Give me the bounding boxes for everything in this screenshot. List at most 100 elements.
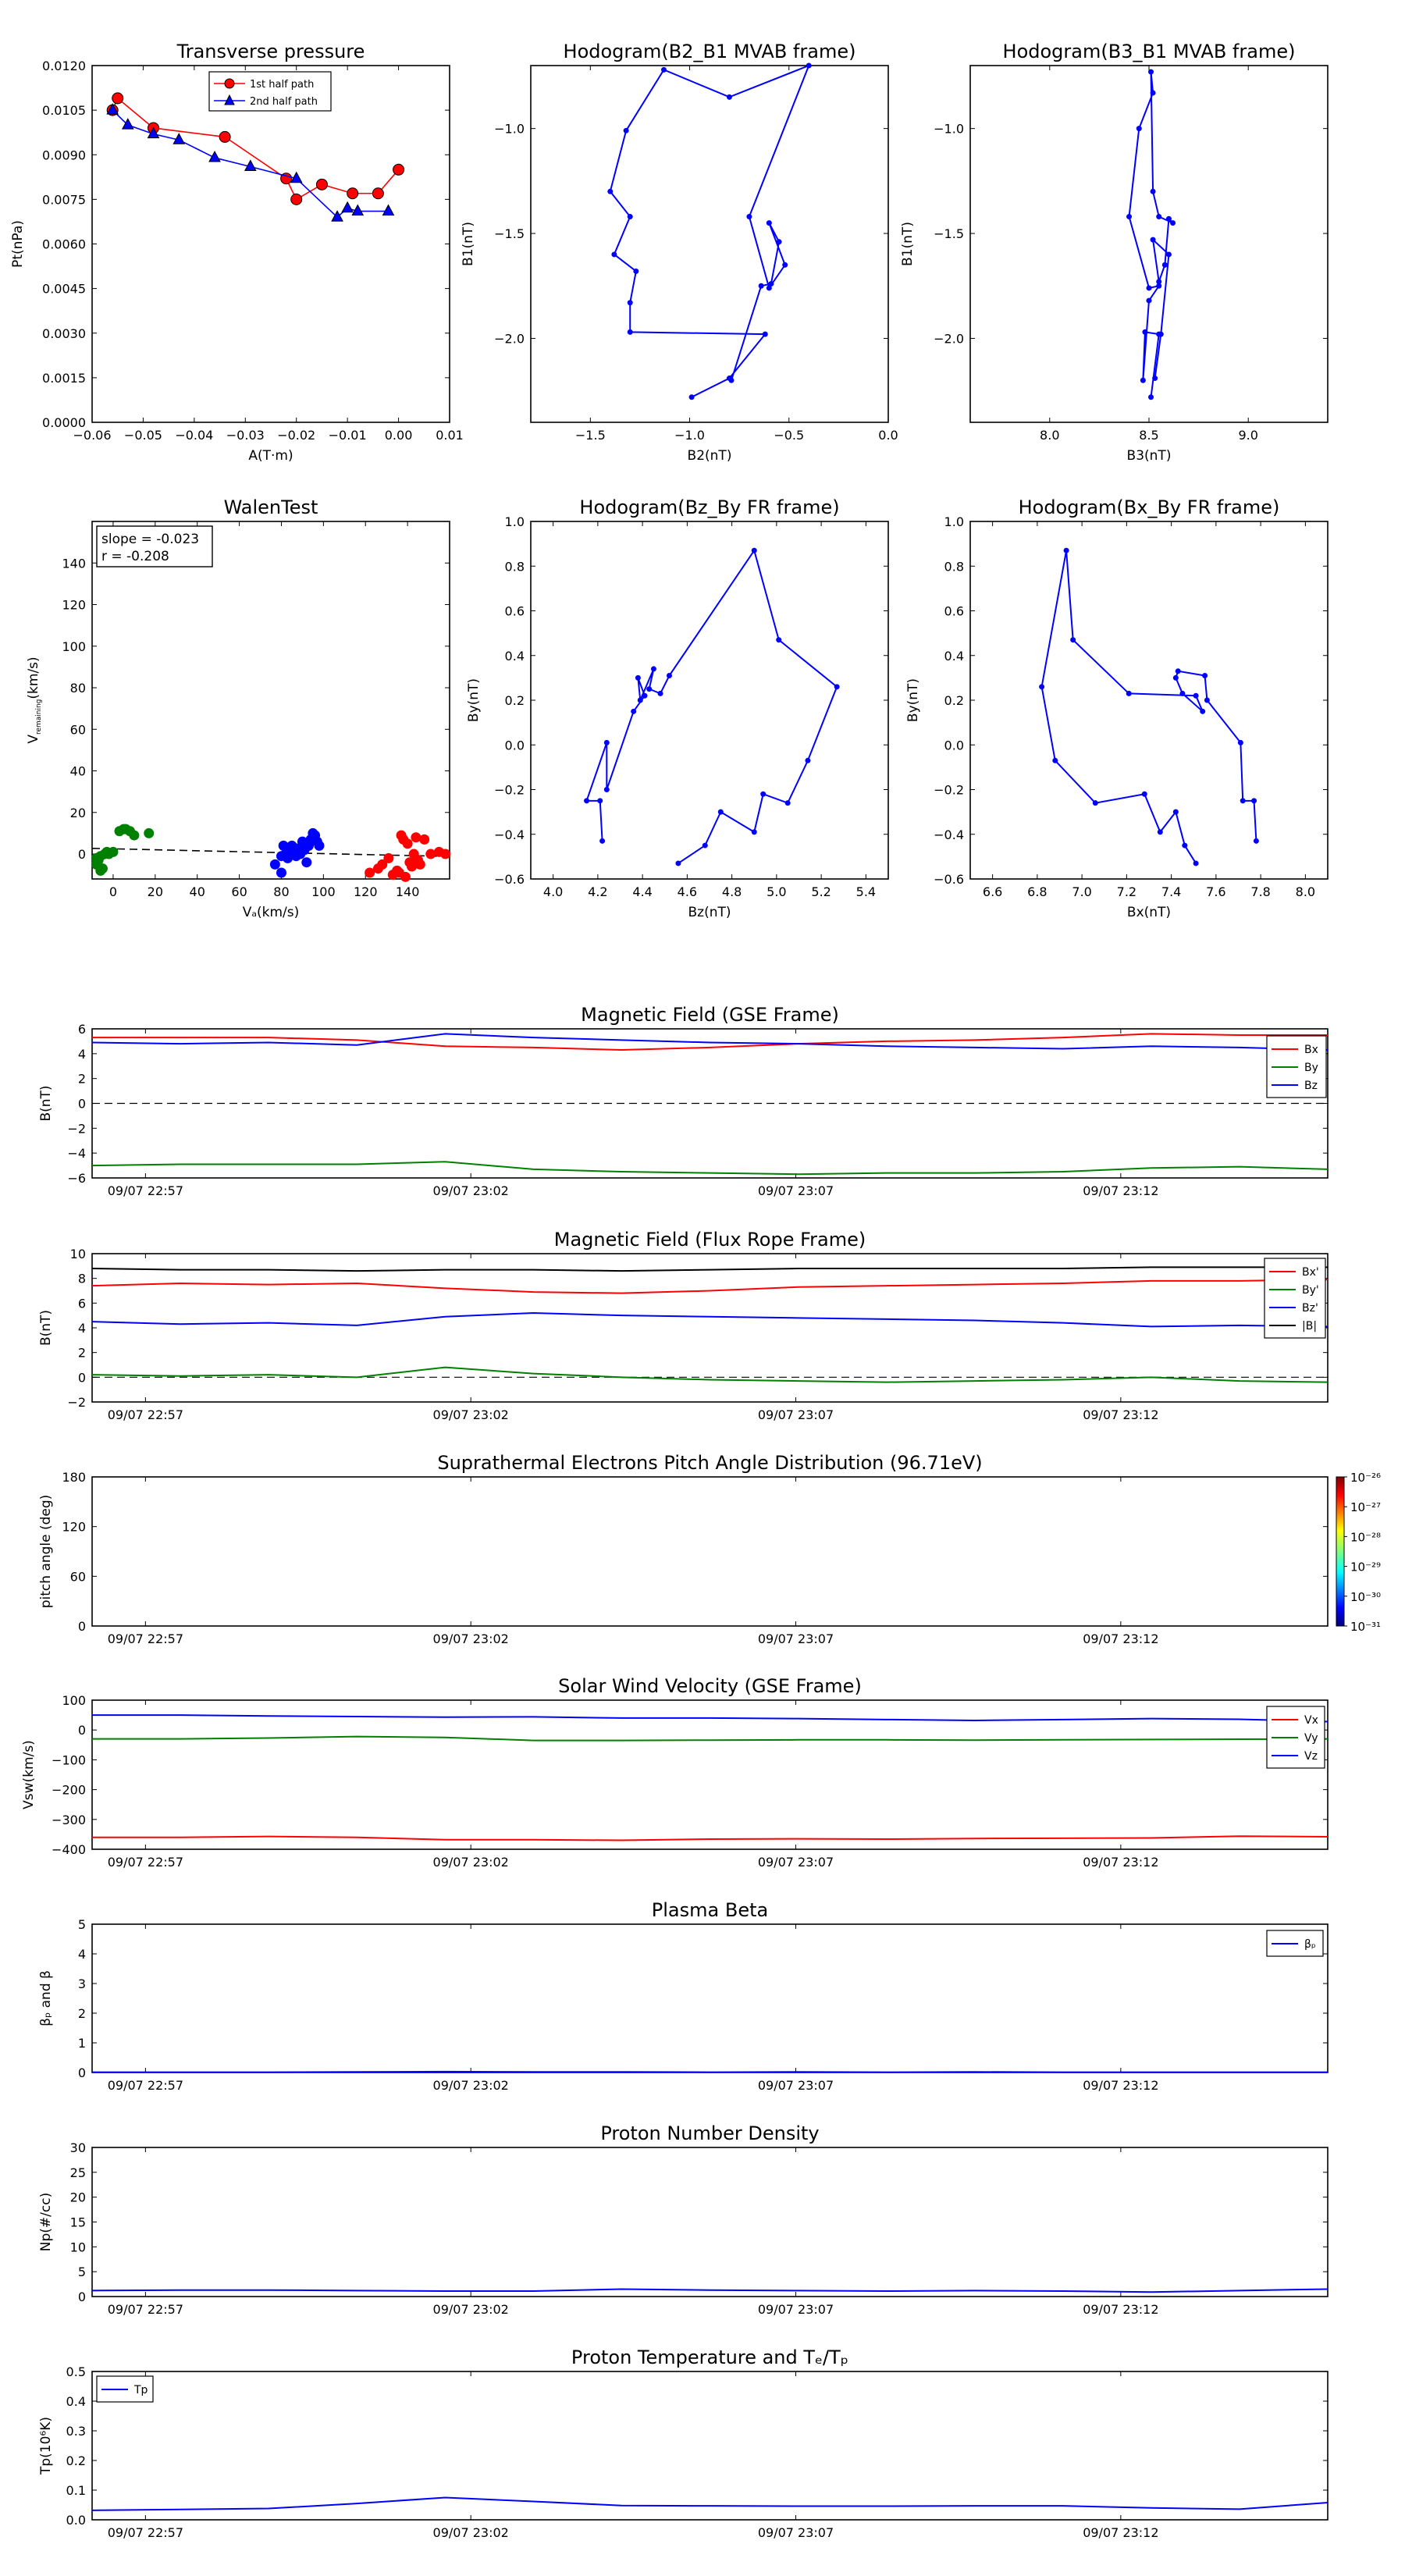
data-point xyxy=(768,281,774,287)
data-point xyxy=(301,857,312,868)
data-point xyxy=(762,331,768,337)
y-tick-label: −2 xyxy=(67,1121,86,1136)
data-point xyxy=(393,867,404,878)
x-tick-label: −0.02 xyxy=(277,428,315,443)
y-tick-label: 20 xyxy=(70,2190,86,2205)
y-tick-label: 2 xyxy=(78,2006,86,2021)
data-point xyxy=(607,188,614,194)
x-tick-label: 09/07 23:02 xyxy=(433,2525,509,2540)
x-tick-label: 4.0 xyxy=(543,884,563,899)
plot-frame xyxy=(530,521,889,880)
data-point xyxy=(1146,285,1152,291)
series-line-0 xyxy=(92,1835,1329,1841)
data-point xyxy=(726,94,732,100)
data-point xyxy=(1148,69,1154,75)
x-tick-label: 9.0 xyxy=(1238,428,1257,443)
x-axis-label: Bz(nT) xyxy=(688,905,731,920)
data-point xyxy=(746,214,752,220)
chart-pad: Suprathermal Electrons Pitch Angle Distr… xyxy=(38,1452,1381,1646)
data-point xyxy=(776,239,782,245)
legend: Bx By Bz xyxy=(1266,1035,1327,1098)
data-point xyxy=(347,187,359,200)
x-tick-label: 09/07 23:07 xyxy=(758,1631,834,1646)
legend-label: 1st half path xyxy=(250,79,314,91)
y-tick-label: 0.0000 xyxy=(42,415,86,430)
data-point xyxy=(1182,842,1188,849)
x-tick-label: 0.0 xyxy=(878,428,898,443)
data-point xyxy=(314,840,325,851)
y-tick-label: 2 xyxy=(78,1346,86,1361)
data-point xyxy=(599,838,606,844)
data-point xyxy=(1240,798,1246,804)
y-axis-label: Vremaining(km/s) xyxy=(26,656,43,743)
data-point xyxy=(1156,279,1162,285)
chart-title: Magnetic Field (Flux Rope Frame) xyxy=(554,1229,866,1251)
x-tick-label: −0.04 xyxy=(175,428,213,443)
series-line-0 xyxy=(91,2288,1329,2293)
y-tick-label: 1 xyxy=(78,2036,86,2051)
data-point xyxy=(623,127,629,133)
legend: Tp xyxy=(96,2375,154,2403)
data-point xyxy=(382,204,395,216)
data-point xyxy=(1172,674,1179,681)
data-point xyxy=(91,852,101,863)
y-tick-label: −200 xyxy=(52,1783,86,1798)
x-tick-label: 09/07 23:12 xyxy=(1083,1855,1158,1870)
data-point xyxy=(1150,90,1156,96)
x-tick-label: −0.03 xyxy=(226,428,265,443)
x-tick-label: 5.0 xyxy=(767,884,786,899)
data-point xyxy=(383,852,394,863)
chart-beta: Plasma Beta 0 1 2 3 4 5 09/07 22:57 09/07 23:02 0… xyxy=(38,1899,1329,2093)
y-tick-label: 5 xyxy=(78,2265,86,2279)
plot-frame xyxy=(91,2147,1329,2297)
figure-canvas: Transverse pressure−0.06 −0.05 −0.04 −0.03−… xyxy=(10,41,1381,2540)
x-tick-label: 6.8 xyxy=(1027,884,1047,899)
chart-title: Proton Temperature and Tₑ/Tₚ xyxy=(571,2347,848,2368)
y-axis-label-main: V xyxy=(26,735,41,744)
y-tick-label: 4 xyxy=(78,1047,86,1062)
series-line-0 xyxy=(112,97,400,201)
data-point xyxy=(295,842,306,853)
data-point xyxy=(1237,739,1243,745)
y-tick-label: 180 xyxy=(62,1470,86,1485)
data-point xyxy=(1052,757,1058,763)
y-tick-label: 40 xyxy=(70,764,86,779)
y-axis-label: B(nT) xyxy=(38,1310,54,1346)
chart-tp: Proton Temperature and Tₑ/Tₚ 0.0 0.1 0.2 0.3… xyxy=(38,2347,1329,2540)
chart-hodo1: Hodogram(B2_B1 MVAB frame) −1.5 −1.0 −0.5 0.… xyxy=(461,41,898,464)
chart-title: Hodogram(Bx_By FR frame) xyxy=(1019,496,1280,518)
chart-np: Proton Number Density 0 5 10 15 20 25 30 09/07 2… xyxy=(38,2122,1329,2317)
data-point xyxy=(1092,800,1098,806)
y-axis-label-suffix: (km/s) xyxy=(26,656,41,699)
data-point xyxy=(633,268,639,274)
x-tick-label: 09/07 22:57 xyxy=(108,2078,183,2093)
data-point xyxy=(627,300,633,306)
x-tick-label: 09/07 23:12 xyxy=(1083,2302,1158,2317)
chart-hodo4: Hodogram(Bx_By FR frame) 6.6 6.8 7.0 7.2 7.4 7… xyxy=(905,496,1329,920)
data-point xyxy=(1161,262,1168,268)
data-point xyxy=(805,757,811,763)
x-tick-label: 20 xyxy=(148,884,163,899)
y-tick-label: −4 xyxy=(67,1146,86,1161)
plot-frame xyxy=(91,1923,1329,2073)
x-tick-label: 8.0 xyxy=(1296,884,1315,899)
y-tick-label: 120 xyxy=(62,1520,86,1535)
y-tick-label: −400 xyxy=(52,1842,86,1857)
x-tick-label: 8.5 xyxy=(1139,428,1158,443)
x-tick-label: 09/07 23:02 xyxy=(433,1183,509,1198)
chart-pt: Transverse pressure−0.06 −0.05 −0.04 −0.03−… xyxy=(10,41,464,464)
data-point xyxy=(766,220,772,226)
y-tick-label: 0.0060 xyxy=(42,237,86,252)
data-point xyxy=(1193,860,1199,866)
x-tick-label: 09/07 23:07 xyxy=(758,2302,834,2317)
x-tick-label: −0.5 xyxy=(774,428,804,443)
x-tick-label: 09/07 23:12 xyxy=(1083,1407,1158,1422)
data-point xyxy=(611,251,617,258)
x-axis-label: Bx(nT) xyxy=(1127,905,1171,920)
x-tick-label: 6.6 xyxy=(983,884,1002,899)
y-axis-label: Pt(nPa) xyxy=(10,220,26,268)
y-tick-label: 0 xyxy=(78,847,86,862)
legend-label: Bz xyxy=(1304,1080,1318,1092)
y-tick-label: 2 xyxy=(78,1072,86,1087)
series-line-2 xyxy=(92,1714,1329,1723)
